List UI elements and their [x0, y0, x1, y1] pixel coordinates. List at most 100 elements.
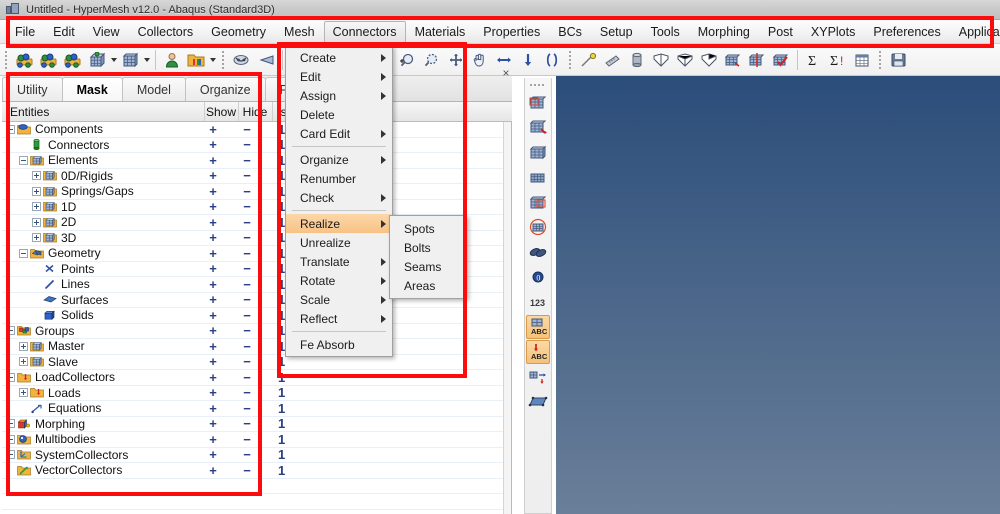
tree-hide-button[interactable]: −	[230, 247, 264, 260]
tree-show-button[interactable]: +	[196, 154, 230, 167]
tree-show-button[interactable]: +	[196, 138, 230, 151]
component-collector-edit-icon[interactable]	[38, 49, 60, 71]
menu-post[interactable]: Post	[759, 21, 802, 43]
tab-model[interactable]: Model	[121, 77, 186, 101]
mesh-collector-dropdown-arrow[interactable]	[109, 49, 118, 71]
tree-show-button[interactable]: +	[196, 417, 230, 430]
tree-scrollbar[interactable]	[503, 122, 511, 514]
rotate-icon[interactable]	[541, 49, 563, 71]
tree-row[interactable]: Morphing + −1	[2, 417, 504, 432]
menu-geometry[interactable]: Geometry	[202, 21, 275, 43]
tree-hide-button[interactable]: −	[230, 154, 264, 167]
cylinder-icon[interactable]	[626, 49, 648, 71]
tree-isolate-button[interactable]: 1	[264, 448, 310, 461]
tree-hide-button[interactable]: −	[230, 293, 264, 306]
label-abc-icon[interactable]: ABC	[526, 315, 550, 339]
component-collector-delete-icon[interactable]	[62, 49, 84, 71]
menu-item-edit[interactable]: Edit	[286, 67, 392, 86]
tree-isolate-button[interactable]: 1	[264, 433, 310, 446]
fit-view-icon[interactable]	[445, 49, 467, 71]
expand-icon[interactable]	[19, 357, 28, 367]
tree-isolate-button[interactable]: 1	[264, 371, 310, 384]
tree-row[interactable]: Equations + −1	[2, 401, 504, 417]
tree-row[interactable]: Master + −1	[2, 339, 504, 355]
tree-row[interactable]: Components + −1	[2, 122, 504, 138]
tree-row[interactable]: Loads + −1	[2, 386, 504, 401]
menu-item-translate[interactable]: Translate	[286, 252, 392, 271]
menu-setup[interactable]: Setup	[591, 21, 642, 43]
tree-row[interactable]: Elements + −1	[2, 153, 504, 169]
tree-show-button[interactable]: +	[196, 123, 230, 136]
menu-item-rotate[interactable]: Rotate	[286, 271, 392, 290]
mesh-select-icon[interactable]	[526, 190, 550, 214]
number-123-icon[interactable]: 123	[526, 290, 550, 314]
expand-icon[interactable]	[19, 388, 28, 398]
tree-show-button[interactable]: +	[196, 402, 230, 415]
tree-isolate-button[interactable]: 1	[264, 417, 310, 430]
column-header-hide[interactable]: Hide	[239, 102, 273, 121]
collapse-icon[interactable]	[6, 450, 15, 460]
tree-hide-button[interactable]: −	[230, 216, 264, 229]
tree-hide-button[interactable]: −	[230, 138, 264, 151]
mesh-edit-icon[interactable]	[722, 49, 744, 71]
tree-row[interactable]: Groups + −1	[2, 324, 504, 339]
color-folder-dropdown-arrow[interactable]	[208, 49, 217, 71]
3d-viewport[interactable]	[556, 76, 1000, 514]
expand-icon[interactable]	[32, 217, 41, 227]
user-profile-icon[interactable]	[161, 49, 183, 71]
tree-hide-button[interactable]: −	[230, 185, 264, 198]
collapse-icon[interactable]	[6, 124, 15, 134]
menu-item-card-edit[interactable]: Card Edit	[286, 124, 392, 143]
menu-item-unrealize[interactable]: Unrealize	[286, 233, 392, 252]
tree-row[interactable]: Springs/Gaps + −1	[2, 184, 504, 200]
tree-show-button[interactable]: +	[196, 293, 230, 306]
wire-cube-1-icon[interactable]	[650, 49, 672, 71]
menu-connectors[interactable]: Connectors	[323, 20, 406, 43]
menu-bcs[interactable]: BCs	[549, 21, 591, 43]
menu-materials[interactable]: Materials	[406, 21, 475, 43]
reverse-mask-icon[interactable]	[255, 49, 277, 71]
tree-row[interactable]: SystemCollectors + −1	[2, 448, 504, 463]
pan-hand-icon[interactable]	[469, 49, 491, 71]
tree-show-button[interactable]: +	[196, 355, 230, 368]
tree-hide-button[interactable]: −	[230, 386, 264, 399]
tree-hide-button[interactable]: −	[230, 200, 264, 213]
menu-item-realize[interactable]: Realize	[286, 214, 392, 233]
menu-view[interactable]: View	[84, 21, 129, 43]
sum-icon[interactable]: Σ	[803, 49, 825, 71]
menu-edit[interactable]: Edit	[44, 21, 84, 43]
expand-icon[interactable]	[19, 341, 28, 351]
tree-hide-button[interactable]: −	[230, 324, 264, 337]
vector-abc-icon[interactable]: ABC	[526, 340, 550, 364]
sum-alt-icon[interactable]: Σ!	[827, 49, 849, 71]
submenu-item-bolts[interactable]: Bolts	[390, 238, 466, 257]
tree-show-button[interactable]: +	[196, 324, 230, 337]
menu-item-delete[interactable]: Delete	[286, 105, 392, 124]
connectors-icon[interactable]	[526, 240, 550, 264]
menu-preferences[interactable]: Preferences	[864, 21, 949, 43]
tree-show-button[interactable]: +	[196, 433, 230, 446]
surface-blue-icon[interactable]	[526, 390, 550, 414]
table-icon[interactable]	[851, 49, 873, 71]
menu-tools[interactable]: Tools	[642, 21, 689, 43]
tree-hide-button[interactable]: −	[230, 402, 264, 415]
tree-hide-button[interactable]: −	[230, 448, 264, 461]
menu-item-organize[interactable]: Organize	[286, 150, 392, 169]
component-collector-icon[interactable]	[14, 49, 36, 71]
tree-isolate-button[interactable]: 1	[264, 464, 310, 477]
tree-show-button[interactable]: +	[196, 464, 230, 477]
menu-applications[interactable]: Applications	[950, 21, 1000, 43]
tree-show-button[interactable]: +	[196, 169, 230, 182]
arrow-down-icon[interactable]	[517, 49, 539, 71]
menu-item-assign[interactable]: Assign	[286, 86, 392, 105]
tree-hide-button[interactable]: −	[230, 464, 264, 477]
node-id-icon[interactable]: 0	[526, 265, 550, 289]
tree-show-button[interactable]: +	[196, 247, 230, 260]
tree-row[interactable]: Slave + −1	[2, 355, 504, 370]
expand-icon[interactable]	[32, 186, 41, 196]
mask-icon[interactable]	[231, 49, 253, 71]
tab-mask[interactable]: Mask	[61, 77, 123, 101]
menu-item-reflect[interactable]: Reflect	[286, 309, 392, 328]
close-icon[interactable]: ×	[499, 66, 513, 80]
tab-utility[interactable]: Utility	[2, 77, 63, 101]
